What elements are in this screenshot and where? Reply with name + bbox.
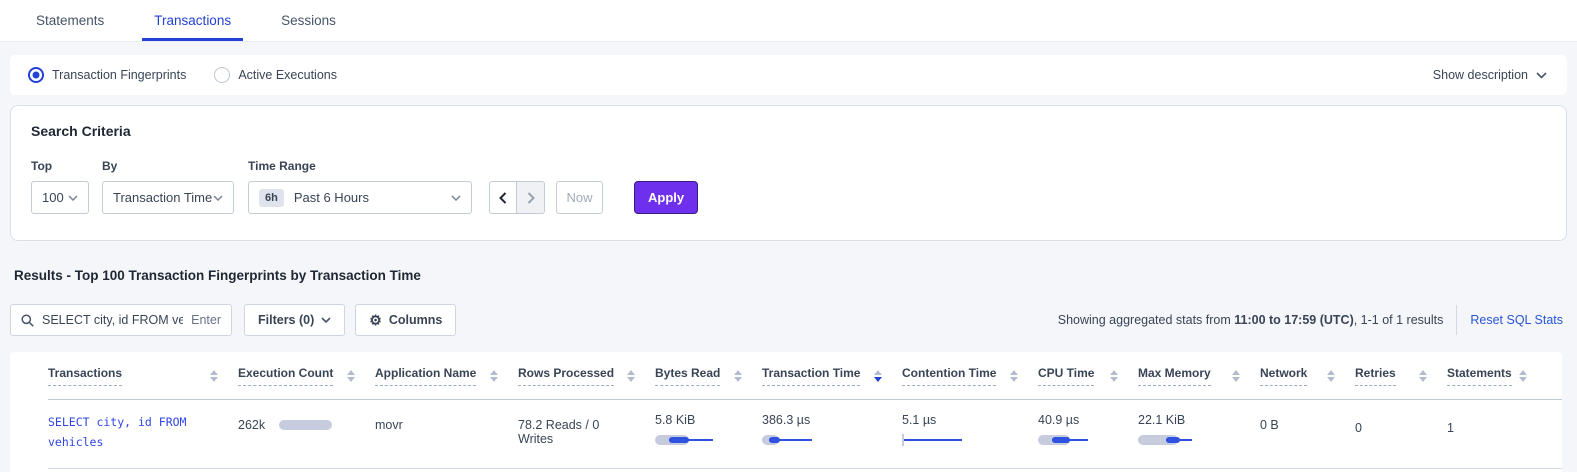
chevron-down-icon <box>213 195 223 201</box>
transaction-fingerprint-link[interactable]: SELECT city, id FROM vehicles <box>48 413 206 452</box>
statements-cell: 1 <box>1447 413 1547 435</box>
columns-button[interactable]: ⚙ Columns <box>355 304 456 336</box>
column-header-contention-time[interactable]: Contention Time <box>902 366 1038 386</box>
time-range-next-button[interactable] <box>517 181 545 214</box>
column-header-network[interactable]: Network <box>1260 366 1355 386</box>
search-enter-hint: Enter <box>191 313 221 327</box>
column-header-rows-processed[interactable]: Rows Processed <box>518 366 655 386</box>
show-description-toggle[interactable]: Show description <box>1433 68 1547 82</box>
vertical-divider <box>1456 305 1457 335</box>
application-name-cell: movr <box>375 413 518 432</box>
filters-label: Filters (0) <box>258 313 314 327</box>
sort-icon[interactable] <box>210 370 218 382</box>
radio-transaction-fingerprints[interactable]: Transaction Fingerprints <box>28 67 186 83</box>
by-label: By <box>102 159 248 173</box>
sort-icon-active-desc[interactable] <box>874 370 882 382</box>
column-header-application-name[interactable]: Application Name <box>375 366 518 386</box>
bytes-read-cell: 5.8 KiB <box>655 413 762 446</box>
top-select[interactable]: 100 <box>31 181 89 214</box>
time-range-badge: 6h <box>259 189 284 207</box>
chevron-down-icon <box>68 195 78 201</box>
tab-transactions[interactable]: Transactions <box>142 0 243 41</box>
table-header-row: Transactions Execution Count Application… <box>48 352 1562 400</box>
column-header-transaction-time[interactable]: Transaction Time <box>762 366 902 386</box>
sort-icon[interactable] <box>1519 370 1527 382</box>
gear-icon: ⚙ <box>369 313 382 327</box>
radio-label: Active Executions <box>238 68 337 82</box>
execution-count-bar <box>279 420 332 430</box>
now-button[interactable]: Now <box>556 181 603 214</box>
results-table: Transactions Execution Count Application… <box>10 352 1562 472</box>
search-criteria-panel: Search Criteria Top 100 By Transaction T… <box>10 105 1567 241</box>
cpu-time-barchart <box>1038 434 1118 446</box>
chevron-down-icon <box>451 195 461 201</box>
cpu-time-cell: 40.9 µs <box>1038 413 1138 446</box>
aggregated-stats-text: Showing aggregated stats from 11:00 to 1… <box>1058 313 1444 327</box>
search-criteria-title: Search Criteria <box>31 123 1546 139</box>
view-toggle-bar: Transaction Fingerprints Active Executio… <box>10 55 1567 95</box>
tab-statements[interactable]: Statements <box>24 0 116 41</box>
show-description-label: Show description <box>1433 68 1528 82</box>
max-memory-barchart <box>1138 434 1240 446</box>
radio-label: Transaction Fingerprints <box>52 68 186 82</box>
column-header-statements[interactable]: Statements <box>1447 366 1547 386</box>
by-select-value: Transaction Time <box>113 190 212 205</box>
column-header-cpu-time[interactable]: CPU Time <box>1038 366 1138 386</box>
search-icon <box>21 314 34 327</box>
sort-icon[interactable] <box>347 370 355 382</box>
sort-icon[interactable] <box>1010 370 1018 382</box>
network-cell: 0 B <box>1260 413 1355 432</box>
apply-button[interactable]: Apply <box>634 181 698 214</box>
radio-selected-icon[interactable] <box>28 67 44 83</box>
search-input[interactable] <box>42 313 183 327</box>
reset-sql-stats-link[interactable]: Reset SQL Stats <box>1470 313 1563 327</box>
chevron-down-icon <box>321 317 331 323</box>
transaction-time-cell: 386.3 µs <box>762 413 902 446</box>
sort-icon[interactable] <box>1419 370 1427 382</box>
transaction-time-barchart <box>762 434 882 446</box>
radio-active-executions[interactable]: Active Executions <box>214 67 337 83</box>
column-header-transactions[interactable]: Transactions <box>48 366 238 386</box>
time-range-value: Past 6 Hours <box>294 190 369 205</box>
tab-sessions[interactable]: Sessions <box>269 0 348 41</box>
radio-unselected-icon[interactable] <box>214 67 230 83</box>
sort-icon[interactable] <box>627 370 635 382</box>
execution-count-cell: 262k <box>238 413 375 432</box>
search-box[interactable]: Enter <box>10 304 232 336</box>
top-label: Top <box>31 159 102 173</box>
filters-button[interactable]: Filters (0) <box>244 304 345 336</box>
page-tab-bar: Statements Transactions Sessions <box>0 0 1577 42</box>
results-toolbar: Enter Filters (0) ⚙ Columns Showing aggr… <box>10 304 1563 336</box>
results-heading: Results - Top 100 Transaction Fingerprin… <box>14 268 1577 283</box>
time-range-select[interactable]: 6h Past 6 Hours <box>248 181 472 214</box>
sort-icon[interactable] <box>1110 370 1118 382</box>
table-row: SELECT city, id FROM vehicles 262k movr … <box>48 400 1562 469</box>
rows-processed-cell: 78.2 Reads / 0 Writes <box>518 413 655 446</box>
contention-time-cell: 5.1 µs <box>902 413 1038 446</box>
retries-cell: 0 <box>1355 413 1447 435</box>
column-header-bytes-read[interactable]: Bytes Read <box>655 366 762 386</box>
bytes-read-barchart <box>655 434 742 446</box>
column-header-execution-count[interactable]: Execution Count <box>238 366 375 386</box>
sort-icon[interactable] <box>1327 370 1335 382</box>
max-memory-cell: 22.1 KiB <box>1138 413 1260 446</box>
top-select-value: 100 <box>42 190 64 205</box>
sort-icon[interactable] <box>734 370 742 382</box>
sort-icon[interactable] <box>1232 370 1240 382</box>
sort-icon[interactable] <box>490 370 498 382</box>
time-range-prev-button[interactable] <box>489 181 517 214</box>
by-select[interactable]: Transaction Time <box>102 181 234 214</box>
column-header-retries[interactable]: Retries <box>1355 366 1447 386</box>
chevron-down-icon <box>1536 72 1547 79</box>
contention-time-barchart <box>902 434 1018 446</box>
column-header-max-memory[interactable]: Max Memory <box>1138 366 1260 386</box>
columns-label: Columns <box>389 313 442 327</box>
time-range-label: Time Range <box>248 159 489 173</box>
